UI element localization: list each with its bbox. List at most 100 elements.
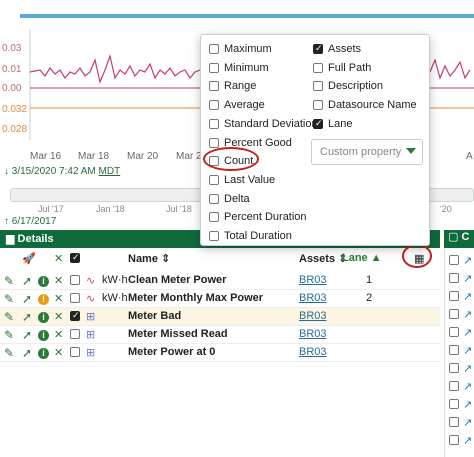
rocket-icon[interactable]: ➚ xyxy=(22,274,32,288)
right-checkbox[interactable] xyxy=(449,381,459,391)
right-checkbox[interactable] xyxy=(449,345,459,355)
custom-property-select[interactable]: Custom property xyxy=(311,139,423,165)
menu-checkbox[interactable] xyxy=(313,43,323,54)
timezone-link[interactable]: MDT xyxy=(99,166,121,177)
menu-checkbox[interactable] xyxy=(313,118,323,129)
table-row[interactable]: ✎ ➚ i ✕ ∿ kW·h Clean Meter Power BR03 1 xyxy=(0,272,440,290)
menu-item-full-path[interactable]: Full Path xyxy=(313,62,371,74)
table-row[interactable]: ✎ ➚ ! ✕ ∿ kW·h Meter Monthly Max Power B… xyxy=(0,290,440,308)
menu-checkbox[interactable] xyxy=(209,118,219,129)
link-icon[interactable]: ↗ xyxy=(463,254,472,267)
menu-item-total-duration[interactable]: Total Duration xyxy=(209,230,292,242)
table-row[interactable]: ✎ ➚ i ✕ ⊞ Meter Power at 0 BR03 xyxy=(0,344,440,362)
row-checkbox[interactable] xyxy=(70,310,80,324)
menu-checkbox[interactable] xyxy=(209,174,219,185)
pencil-icon[interactable]: ✎ xyxy=(4,274,14,288)
link-icon[interactable]: ↗ xyxy=(463,434,472,447)
annotation-circle xyxy=(402,244,432,268)
rocket-icon[interactable]: ➚ xyxy=(22,328,32,342)
link-icon[interactable]: ↗ xyxy=(463,290,472,303)
right-checkbox[interactable] xyxy=(449,273,459,283)
right-checkbox[interactable] xyxy=(449,291,459,301)
details-title: Details xyxy=(17,233,54,245)
menu-checkbox[interactable] xyxy=(313,100,323,111)
remove-icon[interactable]: ✕ xyxy=(54,310,63,323)
row-checkbox[interactable] xyxy=(70,347,80,360)
link-icon[interactable]: ↗ xyxy=(463,344,472,357)
menu-item-delta[interactable]: Delta xyxy=(209,193,250,205)
rocket-icon[interactable]: ➚ xyxy=(22,346,32,360)
link-icon[interactable]: ↗ xyxy=(463,326,472,339)
warning-icon[interactable]: ! xyxy=(38,293,49,305)
close-icon[interactable]: ✕ xyxy=(54,252,63,265)
info-icon[interactable]: i xyxy=(38,347,49,359)
remove-icon[interactable]: ✕ xyxy=(54,292,63,305)
menu-item-assets[interactable]: Assets xyxy=(313,43,361,55)
table-row[interactable]: ✎ ➚ i ✕ ⊞ Meter Bad BR03 xyxy=(0,308,440,326)
row-checkbox[interactable] xyxy=(70,275,80,288)
link-icon[interactable]: ↗ xyxy=(463,416,472,429)
asset-link[interactable]: BR03 xyxy=(299,310,327,322)
menu-checkbox[interactable] xyxy=(209,44,219,54)
rocket-icon: 🚀 xyxy=(22,253,36,265)
name-column-header[interactable]: Name ⇕ xyxy=(128,252,170,265)
right-checkbox[interactable] xyxy=(449,399,459,409)
pencil-icon[interactable]: ✎ xyxy=(4,346,14,360)
remove-icon[interactable]: ✕ xyxy=(54,346,63,359)
right-checkbox[interactable] xyxy=(449,327,459,337)
range-label: Jul '18 xyxy=(166,204,192,214)
menu-item-percent-duration[interactable]: Percent Duration xyxy=(209,211,307,223)
menu-item-datasource-name[interactable]: Datasource Name xyxy=(313,99,417,111)
assets-column-header[interactable]: Assets ⇕ xyxy=(299,252,347,265)
menu-checkbox[interactable] xyxy=(209,81,219,92)
rocket-icon[interactable]: ➚ xyxy=(22,292,32,306)
remove-icon[interactable]: ✕ xyxy=(54,274,63,287)
menu-item-maximum[interactable]: Maximum xyxy=(209,43,272,55)
link-icon[interactable]: ↗ xyxy=(463,362,472,375)
menu-checkbox[interactable] xyxy=(209,193,219,204)
row-checkbox[interactable] xyxy=(70,293,80,306)
right-checkbox[interactable] xyxy=(449,417,459,427)
right-checkbox[interactable] xyxy=(449,435,459,445)
menu-checkbox[interactable] xyxy=(209,100,219,111)
pencil-icon[interactable]: ✎ xyxy=(4,328,14,342)
link-icon[interactable]: ↗ xyxy=(463,272,472,285)
table-row[interactable]: ✎ ➚ i ✕ ⊞ Meter Missed Read BR03 xyxy=(0,326,440,344)
rocket-icon[interactable]: ➚ xyxy=(22,310,32,324)
lane-column-header[interactable]: Lane ▲ xyxy=(342,252,382,264)
menu-item-standard-deviation[interactable]: Standard Deviation xyxy=(209,118,318,130)
menu-item-average[interactable]: Average xyxy=(209,99,265,111)
menu-item-range[interactable]: Range xyxy=(209,80,256,92)
asset-link[interactable]: BR03 xyxy=(299,274,327,286)
menu-item-label: Last Value xyxy=(224,173,276,186)
pencil-icon[interactable]: ✎ xyxy=(4,310,14,324)
menu-checkbox[interactable] xyxy=(313,81,323,92)
menu-item-description[interactable]: Description xyxy=(313,80,383,92)
info-icon[interactable]: i xyxy=(38,329,49,341)
pencil-icon[interactable]: ✎ xyxy=(4,292,14,306)
select-all-checkbox[interactable] xyxy=(70,252,80,266)
remove-icon[interactable]: ✕ xyxy=(54,328,63,341)
menu-item-lane[interactable]: Lane xyxy=(313,118,352,130)
link-icon[interactable]: ↗ xyxy=(463,398,472,411)
right-checkbox[interactable] xyxy=(449,363,459,373)
menu-checkbox[interactable] xyxy=(209,62,219,73)
info-icon[interactable]: i xyxy=(38,275,49,287)
info-icon[interactable]: i xyxy=(38,311,49,323)
menu-item-last-value[interactable]: Last Value xyxy=(209,174,275,186)
asset-link[interactable]: BR03 xyxy=(299,346,327,358)
right-checkbox[interactable] xyxy=(449,309,459,319)
right-checkbox[interactable] xyxy=(449,255,459,265)
asset-link[interactable]: BR03 xyxy=(299,292,327,304)
menu-checkbox[interactable] xyxy=(209,212,219,223)
row-checkbox[interactable] xyxy=(70,329,80,342)
asset-link[interactable]: BR03 xyxy=(299,328,327,340)
menu-item-minimum[interactable]: Minimum xyxy=(209,62,269,74)
custom-property-placeholder: Custom property xyxy=(320,146,402,158)
link-icon[interactable]: ↗ xyxy=(463,308,472,321)
link-icon[interactable]: ↗ xyxy=(463,380,472,393)
menu-checkbox[interactable] xyxy=(209,231,219,241)
menu-checkbox[interactable] xyxy=(209,137,219,148)
end-date-text: 6/17/2017 xyxy=(11,216,57,227)
menu-checkbox[interactable] xyxy=(313,62,323,73)
